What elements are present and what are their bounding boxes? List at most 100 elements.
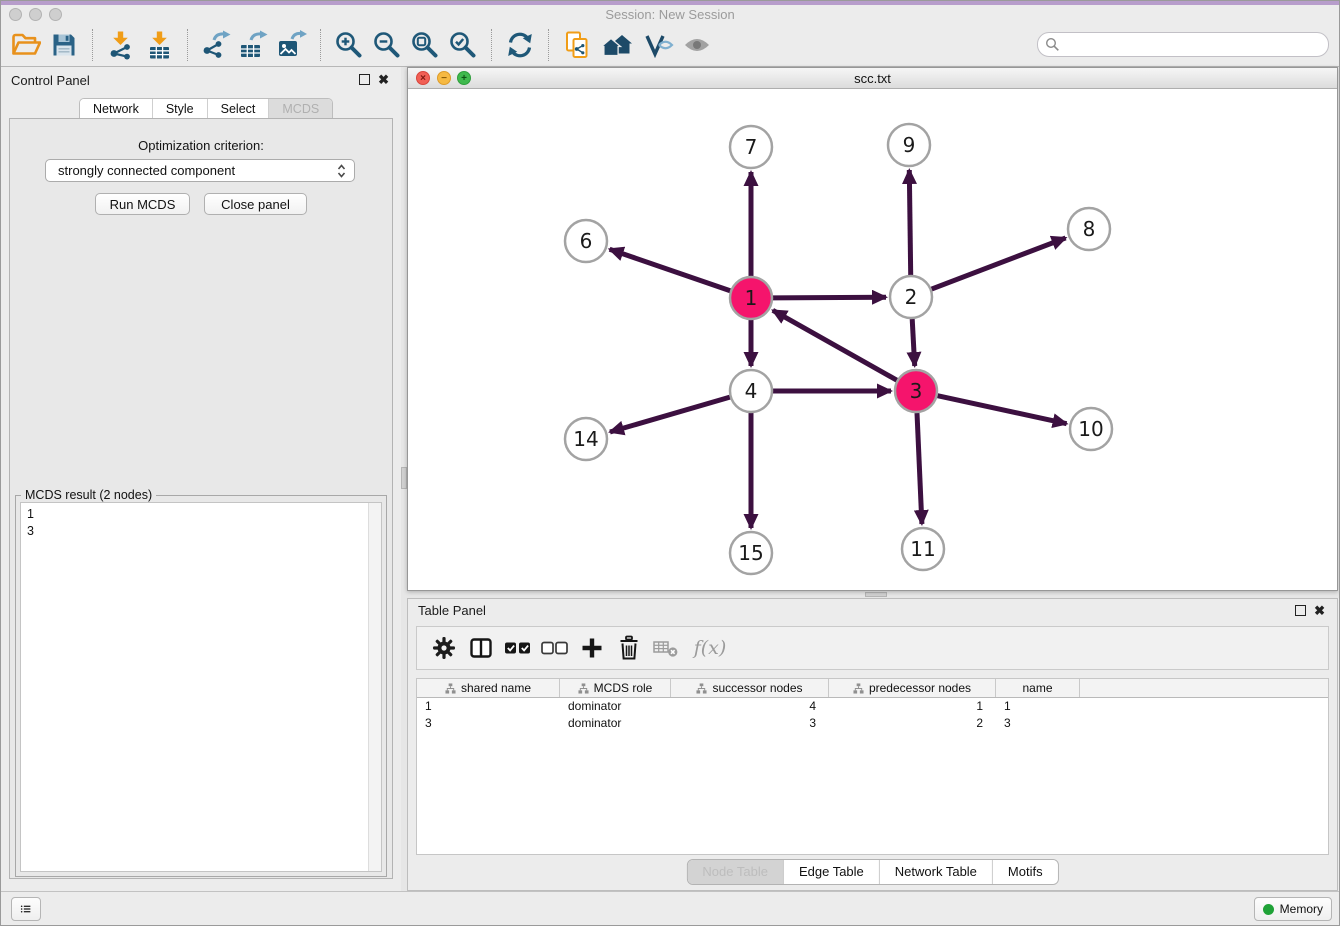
toolbar-separator <box>320 29 321 61</box>
column-header-predecessor-nodes[interactable]: predecessor nodes <box>829 679 996 697</box>
tab-style[interactable]: Style <box>153 99 208 120</box>
mcds-result-scrollbar[interactable] <box>368 503 381 871</box>
edge-1-2[interactable] <box>773 297 886 298</box>
split-panel-icon <box>469 636 493 660</box>
cell-successor-nodes: 3 <box>671 715 829 732</box>
import-table-button[interactable] <box>140 26 178 64</box>
table-toolbar: f(x) <box>416 626 1329 670</box>
delete-column-button[interactable] <box>614 631 644 665</box>
search-input[interactable] <box>1037 32 1329 57</box>
close-panel-button[interactable]: Close panel <box>204 193 307 215</box>
tab-network[interactable]: Network <box>80 99 153 120</box>
application-window: Session: New Session <box>0 0 1340 926</box>
open-file-button[interactable] <box>7 26 45 64</box>
show-graphics-details-button[interactable] <box>678 26 716 64</box>
graph-node-3[interactable]: 3 <box>895 370 937 412</box>
column-header-mcds-role[interactable]: MCDS role <box>560 679 671 697</box>
edge-2-3[interactable] <box>912 319 915 366</box>
zoom-in-button[interactable] <box>330 26 368 64</box>
split-panel-button[interactable] <box>466 631 496 665</box>
export-network-button[interactable] <box>197 26 235 64</box>
zoom-selected-button[interactable] <box>444 26 482 64</box>
network-window-titlebar[interactable]: × − + scc.txt <box>408 68 1337 89</box>
tab-network-table[interactable]: Network Table <box>880 860 993 884</box>
edge-4-14[interactable] <box>610 397 730 432</box>
export-table-button[interactable] <box>235 26 273 64</box>
node-table[interactable]: shared nameMCDS rolesuccessor nodesprede… <box>416 678 1329 855</box>
deselect-all-columns-button[interactable] <box>540 631 570 665</box>
export-image-button[interactable] <box>273 26 311 64</box>
float-panel-icon[interactable] <box>1295 605 1306 616</box>
graph-node-10[interactable]: 10 <box>1070 408 1112 450</box>
graph-node-2[interactable]: 2 <box>890 276 932 318</box>
edge-3-11[interactable] <box>917 413 922 524</box>
table-row[interactable]: 1dominator411 <box>417 698 1328 715</box>
hide-visual-style-button[interactable] <box>640 26 678 64</box>
tab-motifs[interactable]: Motifs <box>993 860 1058 884</box>
close-panel-icon[interactable]: ✖ <box>1314 605 1325 616</box>
window-title: Session: New Session <box>1 7 1339 22</box>
float-panel-icon[interactable] <box>359 74 370 85</box>
control-panel-title: Control Panel <box>11 73 90 88</box>
zoom-selected-icon <box>448 30 478 60</box>
zoom-out-button[interactable] <box>368 26 406 64</box>
column-header-shared-name[interactable]: shared name <box>417 679 560 697</box>
mcds-result-area[interactable]: 1 3 <box>20 502 382 872</box>
run-mcds-button[interactable]: Run MCDS <box>95 193 190 215</box>
table-row[interactable]: 3dominator323 <box>417 715 1328 732</box>
optimization-criterion-select[interactable]: strongly connected component <box>45 159 355 182</box>
save-session-button[interactable] <box>45 26 83 64</box>
select-all-columns-button[interactable] <box>503 631 533 665</box>
toolbar-separator <box>92 29 93 61</box>
edge-1-6[interactable] <box>610 249 731 291</box>
homes-icon <box>601 32 635 57</box>
zoom-fit-icon <box>410 30 440 60</box>
horizontal-splitter-handle[interactable] <box>865 592 887 597</box>
tab-select[interactable]: Select <box>208 99 270 120</box>
graph-node-8[interactable]: 8 <box>1068 208 1110 250</box>
gear-icon <box>432 636 456 660</box>
graph-node-7[interactable]: 7 <box>730 126 772 168</box>
graph-node-14[interactable]: 14 <box>565 418 607 460</box>
edge-3-10[interactable] <box>938 396 1067 424</box>
graph-node-4[interactable]: 4 <box>730 370 772 412</box>
mcds-result-group: MCDS result (2 nodes) 1 3 <box>15 495 387 877</box>
svg-text:11: 11 <box>910 537 935 561</box>
optimization-criterion-label: Optimization criterion: <box>9 138 393 153</box>
graph-node-15[interactable]: 15 <box>730 532 772 574</box>
function-builder-button[interactable]: f(x) <box>688 631 732 665</box>
import-network-button[interactable] <box>102 26 140 64</box>
horizontal-splitter[interactable] <box>407 591 1340 598</box>
column-type-icon <box>578 683 589 694</box>
edge-2-9[interactable] <box>909 170 910 275</box>
home-networks-button[interactable] <box>596 26 640 64</box>
edge-3-1[interactable] <box>773 310 897 380</box>
tab-edge-table[interactable]: Edge Table <box>784 860 880 884</box>
tab-mcds[interactable]: MCDS <box>269 99 332 120</box>
column-header-name[interactable]: name <box>996 679 1080 697</box>
add-column-button[interactable] <box>577 631 607 665</box>
import-table-icon <box>145 30 174 60</box>
column-header-successor-nodes[interactable]: successor nodes <box>671 679 829 697</box>
refresh-layout-button[interactable] <box>501 26 539 64</box>
edge-2-8[interactable] <box>932 238 1066 289</box>
memory-button[interactable]: Memory <box>1254 897 1332 921</box>
close-panel-icon[interactable]: ✖ <box>378 74 389 85</box>
cell-mcds-role: dominator <box>560 715 671 732</box>
zoom-fit-button[interactable] <box>406 26 444 64</box>
hide-visual-style-icon <box>644 32 674 58</box>
graph-node-11[interactable]: 11 <box>902 528 944 570</box>
search-container <box>1037 32 1329 57</box>
graph-node-1[interactable]: 1 <box>730 277 772 319</box>
graph-node-6[interactable]: 6 <box>565 220 607 262</box>
duplicate-network-button[interactable] <box>558 26 596 64</box>
duplicate-network-icon <box>564 30 590 60</box>
tab-node-table[interactable]: Node Table <box>687 860 784 884</box>
task-history-button[interactable] <box>11 897 41 921</box>
graph-node-9[interactable]: 9 <box>888 124 930 166</box>
table-header-row: shared nameMCDS rolesuccessor nodesprede… <box>417 679 1328 698</box>
network-canvas[interactable]: 1 2 3 4 6 7 8 9 10 11 14 15 <box>408 89 1337 590</box>
table-settings-button[interactable] <box>429 631 459 665</box>
delete-table-button[interactable] <box>651 631 681 665</box>
column-type-icon <box>696 683 707 694</box>
